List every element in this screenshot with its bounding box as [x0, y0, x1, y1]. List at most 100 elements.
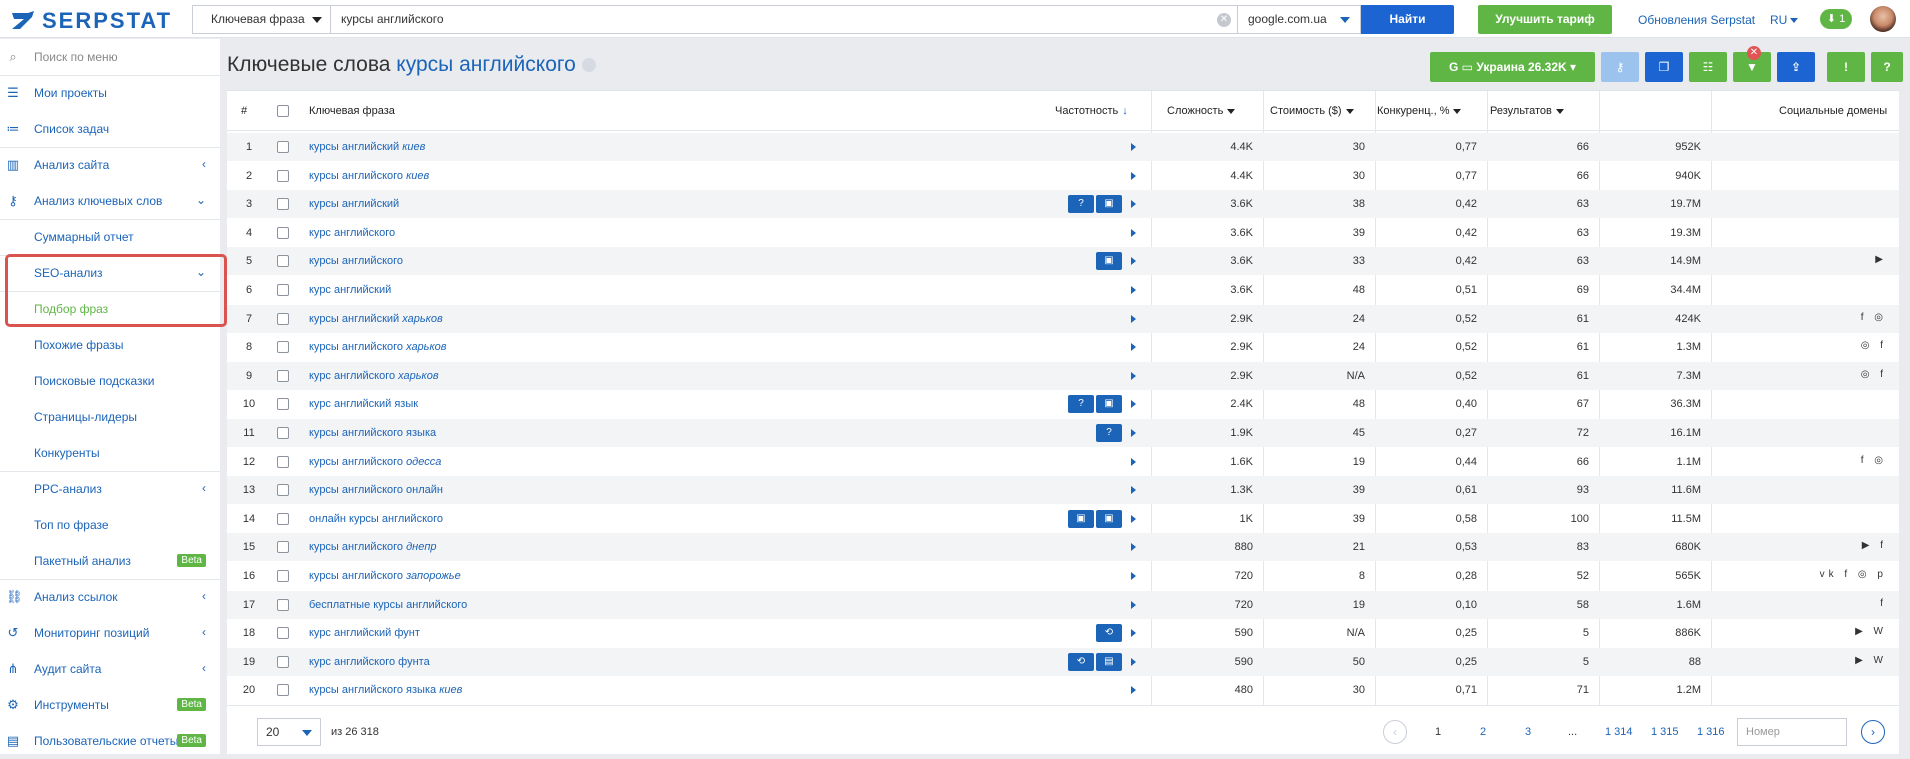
keyword-link[interactable]: курсы английского языка [309, 427, 436, 439]
sidebar-item-batch[interactable]: Пакетный анализ Beta [0, 543, 220, 579]
feedback-icon[interactable]: ! [1827, 52, 1865, 82]
columns-icon[interactable]: ☷ [1689, 52, 1727, 82]
row-checkbox[interactable] [277, 684, 289, 697]
export-icon[interactable]: ⇪ [1777, 52, 1815, 82]
row-checkbox[interactable] [277, 512, 289, 525]
serp-feature-icon[interactable]: ▣ [1096, 252, 1122, 271]
column-phrase[interactable]: Ключевая фраза [309, 105, 395, 117]
social-icons[interactable]: ▶ W [1855, 655, 1887, 666]
social-icons[interactable]: ◎ f [1861, 369, 1887, 380]
keyword-link[interactable]: курс английского харьков [309, 370, 439, 382]
social-icons[interactable]: vk f ◎ p [1820, 569, 1887, 580]
row-checkbox[interactable] [277, 369, 289, 382]
keyword-link[interactable]: курсы английский харьков [309, 313, 443, 325]
expand-arrow-icon[interactable] [1131, 343, 1136, 352]
keyword-link[interactable]: курсы английского запорожье [309, 570, 461, 582]
avatar[interactable] [1870, 6, 1896, 32]
page-link[interactable]: 3 [1525, 726, 1531, 738]
info-icon[interactable] [581, 58, 596, 73]
row-checkbox[interactable] [277, 627, 289, 640]
expand-arrow-icon[interactable] [1131, 400, 1136, 409]
sidebar-item-suggestions[interactable]: Поисковые подсказки [0, 363, 220, 399]
key-icon[interactable]: ⚷ [1601, 52, 1639, 82]
serp-feature-icon[interactable]: ▤ [1096, 652, 1122, 671]
column-difficulty[interactable]: Сложность [1167, 105, 1236, 117]
page-link[interactable]: 1 316 [1697, 726, 1725, 738]
sidebar-item-similar[interactable]: Похожие фразы [0, 327, 220, 363]
social-icons[interactable]: ◎ f [1861, 340, 1887, 351]
expand-arrow-icon[interactable] [1131, 257, 1136, 266]
social-icons[interactable]: f ◎ [1861, 312, 1887, 323]
database-select[interactable]: google.com.ua [1238, 5, 1361, 34]
serp-feature-icon[interactable]: ? [1096, 424, 1122, 442]
keyword-link[interactable]: курсы английского [309, 255, 403, 267]
row-checkbox[interactable] [277, 312, 289, 325]
clear-filter-icon[interactable]: ✕ [1747, 46, 1761, 60]
copy-icon[interactable]: ❐ [1645, 52, 1683, 82]
page-link[interactable]: 1 [1435, 726, 1441, 738]
keyword-link[interactable]: курс английского [309, 227, 395, 239]
social-icons[interactable]: ▶ f [1862, 540, 1887, 551]
sidebar-item-keyword-analysis[interactable]: ⚷ Анализ ключевых слов ⌄ [0, 183, 220, 219]
keyword-link[interactable]: курсы английский [309, 198, 399, 210]
row-checkbox[interactable] [277, 570, 289, 582]
sidebar-item-summary[interactable]: Суммарный отчет [0, 219, 220, 255]
expand-arrow-icon[interactable] [1131, 429, 1136, 437]
keyword-link[interactable]: курсы английского одесса [309, 456, 441, 468]
row-checkbox[interactable] [277, 455, 289, 468]
page-link[interactable]: 2 [1480, 726, 1486, 738]
prev-page-button[interactable]: ‹ [1383, 720, 1407, 744]
keyword-link[interactable]: курсы английского киев [309, 170, 429, 182]
sidebar-item-monitoring[interactable]: ↺ Мониторинг позиций ‹ [0, 615, 220, 651]
page-number-input[interactable]: Номер [1737, 718, 1847, 746]
keyword-link[interactable]: курсы английского днепр [309, 541, 436, 553]
search-input[interactable]: курсы английского ✕ [330, 5, 1238, 34]
select-all-checkbox[interactable] [277, 105, 289, 117]
expand-arrow-icon[interactable] [1131, 228, 1136, 237]
keyword-link[interactable]: курс английского фунта [309, 656, 430, 668]
expand-arrow-icon[interactable] [1131, 514, 1136, 523]
serp-feature-icon[interactable]: ⟲ [1068, 652, 1094, 671]
row-checkbox[interactable] [277, 398, 289, 411]
help-icon[interactable]: ? [1871, 52, 1903, 82]
row-checkbox[interactable] [277, 284, 289, 296]
clear-icon[interactable]: ✕ [1217, 13, 1231, 27]
expand-arrow-icon[interactable] [1131, 629, 1136, 638]
row-checkbox[interactable] [277, 198, 289, 211]
expand-arrow-icon[interactable] [1131, 486, 1136, 495]
keyword-link[interactable]: курс английский фунт [309, 627, 420, 639]
serp-feature-icon[interactable]: ▣ [1096, 395, 1122, 414]
expand-arrow-icon[interactable] [1131, 143, 1136, 151]
column-results[interactable]: Результатов [1490, 105, 1564, 117]
downloads-button[interactable]: ⬇ 1 [1820, 9, 1852, 29]
column-cost[interactable]: Стоимость ($) [1270, 105, 1354, 117]
row-checkbox[interactable] [277, 655, 289, 668]
row-checkbox[interactable] [277, 541, 289, 554]
keyword-link[interactable]: курсы английского языка киев [309, 684, 462, 696]
social-icons[interactable]: f [1880, 598, 1887, 609]
row-checkbox[interactable] [277, 169, 289, 182]
sidebar-item-top-phrase[interactable]: Топ по фразе [0, 507, 220, 543]
expand-arrow-icon[interactable] [1131, 600, 1136, 609]
expand-arrow-icon[interactable] [1131, 371, 1136, 380]
logo[interactable]: SERPSTAT [12, 8, 172, 34]
row-checkbox[interactable] [277, 226, 289, 239]
social-icons[interactable]: f ◎ [1861, 455, 1887, 466]
sidebar-item-leaders[interactable]: Страницы-лидеры [0, 399, 220, 435]
page-link[interactable]: 1 315 [1651, 726, 1679, 738]
updates-link[interactable]: Обновления Serpstat [1638, 13, 1755, 27]
expand-arrow-icon[interactable] [1131, 686, 1136, 695]
expand-arrow-icon[interactable] [1131, 171, 1136, 180]
sidebar-item-competitors[interactable]: Конкуренты [0, 435, 220, 471]
keyword-link[interactable]: онлайн курсы английского [309, 513, 443, 525]
serp-feature-icon[interactable]: ? [1068, 195, 1094, 214]
expand-arrow-icon[interactable] [1131, 200, 1136, 209]
sidebar-item-ppc[interactable]: PPC-анализ ‹ [0, 471, 220, 507]
search-type-select[interactable]: Ключевая фраза [192, 5, 330, 34]
expand-arrow-icon[interactable] [1131, 543, 1136, 552]
keyword-link[interactable]: курс английский [309, 284, 391, 296]
sidebar-item-tools[interactable]: ⚙ Инструменты Beta [0, 687, 220, 723]
expand-arrow-icon[interactable] [1131, 572, 1136, 580]
sidebar-item-audit[interactable]: ⋔ Аудит сайта ‹ [0, 651, 220, 687]
next-page-button[interactable]: › [1861, 720, 1885, 744]
